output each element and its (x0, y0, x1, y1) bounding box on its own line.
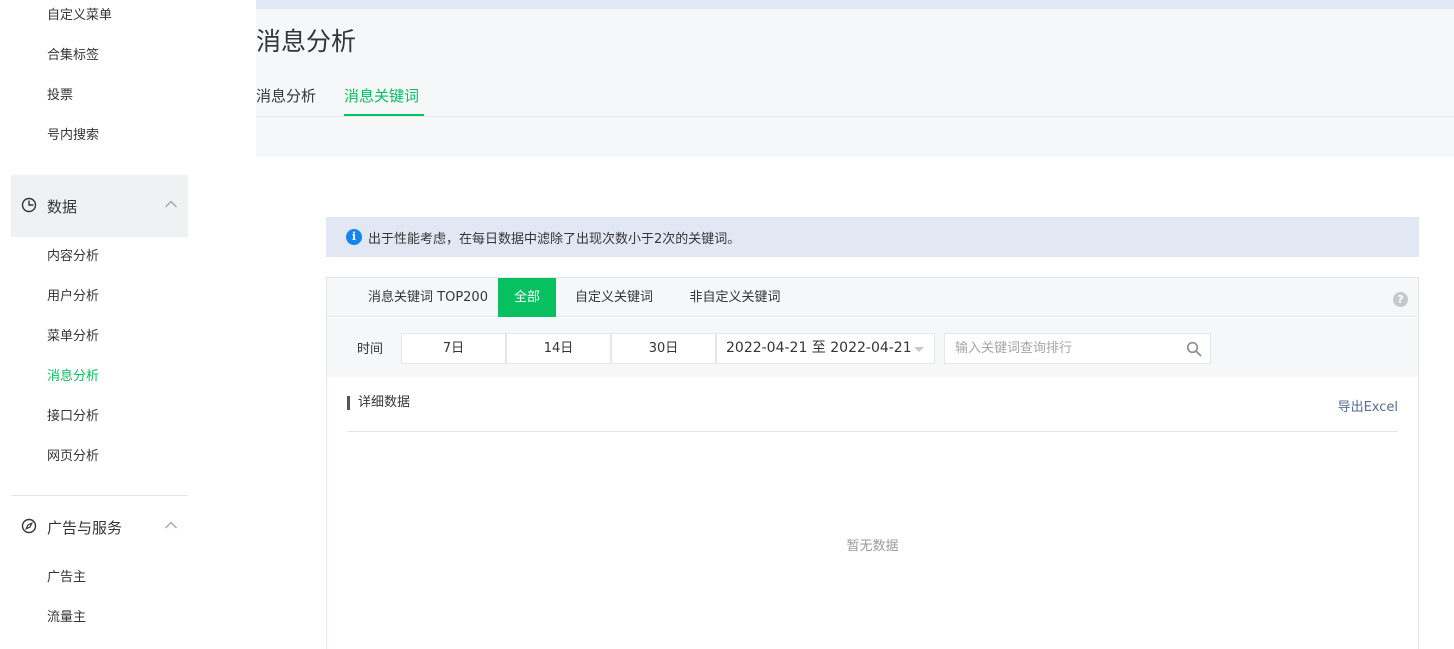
chevron-up-icon[interactable] (164, 199, 178, 209)
section-divider (347, 431, 1398, 432)
detail-section-title: 详细数据 (347, 396, 410, 410)
sidebar-item-advertiser[interactable]: 广告主 (47, 568, 86, 588)
info-icon: i (346, 229, 362, 245)
sidebar-item-menu-analysis[interactable]: 菜单分析 (47, 327, 99, 347)
sidebar-item-api-analysis[interactable]: 接口分析 (47, 407, 99, 427)
range-7d-button[interactable]: 7日 (401, 333, 506, 364)
help-icon[interactable]: ? (1393, 292, 1408, 307)
filter-row: 时间 7日 14日 30日 2022-04-21 至 2022-04-21 (327, 318, 1418, 377)
range-14d-button[interactable]: 14日 (506, 333, 611, 364)
sidebar-group-label: 广告与服务 (47, 518, 123, 537)
keyword-panel: 消息关键词 TOP200 全部 自定义关键词 非自定义关键词 ? 时间 7日 1… (326, 277, 1419, 649)
sidebar-item-message-analysis[interactable]: 消息分析 (47, 367, 99, 387)
sidebar: 自定义菜单 合集标签 投票 号内搜索 数据 内容分析 用户分析 菜单分析 消息分… (0, 0, 256, 649)
date-range-picker[interactable]: 2022-04-21 至 2022-04-21 (716, 333, 935, 364)
tab-top200[interactable]: 消息关键词 TOP200 (343, 278, 513, 317)
tabs-divider (256, 116, 1454, 117)
caret-down-icon (914, 347, 924, 352)
sidebar-item-collection-tags[interactable]: 合集标签 (47, 46, 99, 66)
info-notice: i 出于性能考虑，在每日数据中滤除了出现次数小于2次的关键词。 (326, 217, 1419, 257)
empty-state-text: 暂无数据 (846, 539, 899, 554)
range-30d-button[interactable]: 30日 (611, 333, 716, 364)
tab-all[interactable]: 全部 (498, 278, 556, 317)
date-range-value: 2022-04-21 至 2022-04-21 (726, 340, 912, 356)
time-label: 时间 (357, 342, 384, 357)
sidebar-group-ads[interactable]: 广告与服务 (11, 496, 188, 558)
active-tab-indicator (344, 114, 424, 116)
sidebar-item-user-analysis[interactable]: 用户分析 (47, 287, 99, 307)
keyword-filter-tabs: 消息关键词 TOP200 全部 自定义关键词 非自定义关键词 ? (327, 278, 1418, 317)
sidebar-group-data[interactable]: 数据 (11, 175, 188, 237)
export-excel-link[interactable]: 导出Excel (1338, 396, 1398, 415)
tab-message-keywords[interactable]: 消息关键词 (344, 86, 419, 106)
sidebar-item-vote[interactable]: 投票 (47, 86, 73, 106)
notice-text: 出于性能考虑，在每日数据中滤除了出现次数小于2次的关键词。 (368, 231, 741, 247)
tab-custom-keywords[interactable]: 自定义关键词 (556, 278, 672, 317)
pie-chart-icon (21, 197, 37, 213)
keyword-search-input[interactable] (945, 334, 1175, 363)
sidebar-item-webpage-analysis[interactable]: 网页分析 (47, 447, 99, 467)
chevron-up-icon[interactable] (164, 520, 178, 530)
keyword-search (944, 333, 1211, 364)
sidebar-item-account-search[interactable]: 号内搜索 (47, 126, 99, 146)
page-title: 消息分析 (256, 27, 357, 56)
sidebar-item-custom-menu[interactable]: 自定义菜单 (47, 6, 112, 26)
search-icon[interactable] (1186, 341, 1202, 357)
sidebar-item-content-analysis[interactable]: 内容分析 (47, 247, 99, 267)
sidebar-item-publisher[interactable]: 流量主 (47, 608, 86, 628)
compass-icon (21, 518, 37, 534)
tab-message-analysis[interactable]: 消息分析 (256, 86, 316, 106)
top-banner (256, 0, 1454, 9)
sidebar-group-label: 数据 (47, 197, 78, 216)
tab-non-custom-keywords[interactable]: 非自定义关键词 (672, 278, 798, 317)
